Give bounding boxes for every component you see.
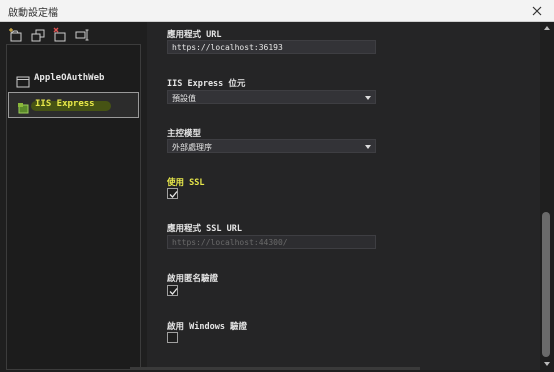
anonymous-auth-label: 啟用匿名驗證 [167,274,219,284]
windows-auth-label: 啟用 Windows 驗證 [167,322,248,332]
new-profile-icon[interactable] [8,27,24,43]
use-ssl-label: 使用 SSL [167,178,205,188]
hosting-model-select[interactable]: 外部處理序 [167,139,376,153]
title-bar: 啟動設定檔 [0,0,554,22]
profile-list: AppleOAuthWeb IIS Express [6,44,141,370]
scroll-down-icon[interactable] [544,362,550,366]
settings-scrollbar[interactable] [540,22,552,370]
profile-item-iis-express[interactable]: IIS Express [8,92,139,118]
close-icon[interactable] [530,3,544,17]
resize-grip [130,367,420,370]
launch-profiles-dialog: AppleOAuthWeb IIS Express 應用程式 URL https… [0,22,554,372]
window-icon [16,73,30,88]
app-url-input[interactable]: https://localhost:36193 [167,40,376,54]
rename-profile-icon[interactable] [74,27,90,43]
window-title: 啟動設定檔 [8,8,58,19]
use-ssl-checkbox[interactable] [167,188,178,199]
iis-express-icon [17,99,31,114]
check-icon [169,191,178,198]
delete-profile-icon[interactable] [52,27,68,43]
check-icon [169,288,178,295]
chevron-down-icon [365,96,371,100]
iis-bitness-select[interactable]: 預設值 [167,90,376,104]
ssl-url-label: 應用程式 SSL URL [167,224,242,234]
profile-item-appleoauthweb[interactable]: AppleOAuthWeb [8,67,139,93]
scroll-thumb[interactable] [542,212,550,357]
iis-bitness-label: IIS Express 位元 [167,79,246,89]
hosting-model-value: 外部處理序 [172,143,212,152]
iis-bitness-value: 預設值 [172,94,196,103]
profile-toolbar [8,27,90,45]
copy-profile-icon[interactable] [30,27,46,43]
profile-label: IIS Express [35,99,95,109]
chevron-down-icon [365,145,371,149]
app-url-label: 應用程式 URL [167,30,222,40]
profile-label: AppleOAuthWeb [34,73,105,83]
hosting-model-label: 主控模型 [167,129,202,139]
anonymous-auth-checkbox[interactable] [167,285,178,296]
scroll-up-icon[interactable] [544,26,550,30]
ssl-url-input: https://localhost:44300/ [167,235,376,249]
settings-panel: 應用程式 URL https://localhost:36193 IIS Exp… [147,22,542,370]
windows-auth-checkbox[interactable] [167,332,178,343]
